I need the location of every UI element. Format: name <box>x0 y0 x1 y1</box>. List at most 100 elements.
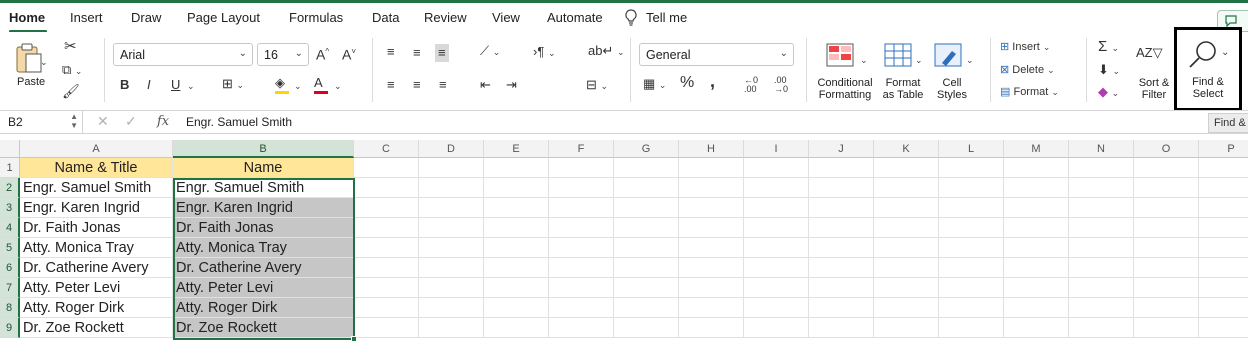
format-painter-icon[interactable]: 🖌 <box>62 84 80 98</box>
cell-c1[interactable] <box>354 158 419 178</box>
copy-icon[interactable]: ⧉ ⌄ <box>62 63 82 78</box>
decrease-decimal-icon[interactable]: .00 →0 <box>774 76 788 94</box>
column-header-c[interactable]: C <box>354 140 419 158</box>
text-direction-icon[interactable]: ›¶ ⌄ <box>533 45 555 60</box>
cell-p4[interactable] <box>1199 218 1248 238</box>
cell-i3[interactable] <box>744 198 809 218</box>
cell-a6[interactable]: Dr. Catherine Avery <box>20 258 173 278</box>
fill-down-icon[interactable]: ⬇ ⌄ <box>1098 63 1120 78</box>
cell-j2[interactable] <box>809 178 874 198</box>
cell-styles-icon[interactable] <box>934 43 964 69</box>
cell-e3[interactable] <box>484 198 549 218</box>
cell-p6[interactable] <box>1199 258 1248 278</box>
cell-f6[interactable] <box>549 258 614 278</box>
cell-p9[interactable] <box>1199 318 1248 338</box>
cell-j1[interactable] <box>809 158 874 178</box>
cell-d3[interactable] <box>419 198 484 218</box>
cell-f8[interactable] <box>549 298 614 318</box>
cell-o8[interactable] <box>1134 298 1199 318</box>
cell-n9[interactable] <box>1069 318 1134 338</box>
cell-f4[interactable] <box>549 218 614 238</box>
column-header-e[interactable]: E <box>484 140 549 158</box>
cell-l1[interactable] <box>939 158 1004 178</box>
cell-n2[interactable] <box>1069 178 1134 198</box>
cell-d4[interactable] <box>419 218 484 238</box>
cell-j6[interactable] <box>809 258 874 278</box>
font-color-chevron-icon[interactable]: ⌄ <box>334 81 342 91</box>
cell-d7[interactable] <box>419 278 484 298</box>
cell-g7[interactable] <box>614 278 679 298</box>
cell-m5[interactable] <box>1004 238 1069 258</box>
delete-cells-button[interactable]: ⊠ Delete ⌄ <box>1000 63 1055 77</box>
cell-c6[interactable] <box>354 258 419 278</box>
increase-indent-icon[interactable]: ⇥ <box>506 78 517 92</box>
cell-l6[interactable] <box>939 258 1004 278</box>
tab-draw[interactable]: Draw <box>131 10 161 25</box>
cell-o7[interactable] <box>1134 278 1199 298</box>
cell-d9[interactable] <box>419 318 484 338</box>
cell-e2[interactable] <box>484 178 549 198</box>
cell-k4[interactable] <box>874 218 939 238</box>
insert-function-icon[interactable]: fx <box>157 114 169 129</box>
cell-e1[interactable] <box>484 158 549 178</box>
cell-f7[interactable] <box>549 278 614 298</box>
column-header-d[interactable]: D <box>419 140 484 158</box>
cell-f1[interactable] <box>549 158 614 178</box>
tab-formulas[interactable]: Formulas <box>289 10 343 25</box>
cell-i6[interactable] <box>744 258 809 278</box>
cell-f5[interactable] <box>549 238 614 258</box>
decrease-indent-icon[interactable]: ⇤ <box>480 78 491 92</box>
select-all-corner[interactable] <box>0 140 20 158</box>
cell-e6[interactable] <box>484 258 549 278</box>
cell-c7[interactable] <box>354 278 419 298</box>
cell-k5[interactable] <box>874 238 939 258</box>
find-select-button[interactable]: ⌄ Find & Select <box>1174 27 1242 111</box>
cell-m7[interactable] <box>1004 278 1069 298</box>
format-as-table-icon[interactable] <box>884 43 914 69</box>
cell-f2[interactable] <box>549 178 614 198</box>
cell-c3[interactable] <box>354 198 419 218</box>
font-color-icon[interactable]: A <box>314 76 328 94</box>
cell-d8[interactable] <box>419 298 484 318</box>
cell-p5[interactable] <box>1199 238 1248 258</box>
row-header-8[interactable]: 8 <box>0 298 20 318</box>
cell-h9[interactable] <box>679 318 744 338</box>
cell-a4[interactable]: Dr. Faith Jonas <box>20 218 173 238</box>
cell-o6[interactable] <box>1134 258 1199 278</box>
tab-data[interactable]: Data <box>372 10 399 25</box>
align-left-icon[interactable]: ≡ <box>387 78 395 92</box>
cell-l3[interactable] <box>939 198 1004 218</box>
cell-n3[interactable] <box>1069 198 1134 218</box>
cell-l7[interactable] <box>939 278 1004 298</box>
cell-i1[interactable] <box>744 158 809 178</box>
cell-c4[interactable] <box>354 218 419 238</box>
font-size-select[interactable]: 16 ⌄ <box>257 43 309 66</box>
cell-e8[interactable] <box>484 298 549 318</box>
cell-n6[interactable] <box>1069 258 1134 278</box>
column-header-p[interactable]: P <box>1199 140 1248 158</box>
underline-chevron-icon[interactable]: ⌄ <box>187 81 195 91</box>
cell-b4[interactable]: Dr. Faith Jonas <box>173 218 354 238</box>
cell-g8[interactable] <box>614 298 679 318</box>
increase-decimal-icon[interactable]: ←0.00 <box>744 76 758 94</box>
row-header-3[interactable]: 3 <box>0 198 20 218</box>
align-middle-icon[interactable]: ≡ <box>413 46 421 60</box>
cell-m3[interactable] <box>1004 198 1069 218</box>
comma-style-button[interactable]: , <box>710 72 715 90</box>
cell-d2[interactable] <box>419 178 484 198</box>
tell-me-search[interactable]: Tell me <box>646 10 687 25</box>
cell-b3[interactable]: Engr. Karen Ingrid <box>173 198 354 218</box>
number-format-select[interactable]: General ⌄ <box>639 43 794 66</box>
cell-b8[interactable]: Atty. Roger Dirk <box>173 298 354 318</box>
wrap-text-icon[interactable]: ab↵ ⌄ <box>588 44 625 59</box>
format-cells-button[interactable]: ▤ Format ⌄ <box>1000 85 1059 99</box>
cell-j3[interactable] <box>809 198 874 218</box>
cell-n1[interactable] <box>1069 158 1134 178</box>
row-header-2[interactable]: 2 <box>0 178 20 198</box>
cell-m1[interactable] <box>1004 158 1069 178</box>
sort-filter-icon[interactable]: AZ▽ <box>1136 46 1163 60</box>
tab-page-layout[interactable]: Page Layout <box>187 10 260 25</box>
cell-h1[interactable] <box>679 158 744 178</box>
column-header-m[interactable]: M <box>1004 140 1069 158</box>
cell-j4[interactable] <box>809 218 874 238</box>
